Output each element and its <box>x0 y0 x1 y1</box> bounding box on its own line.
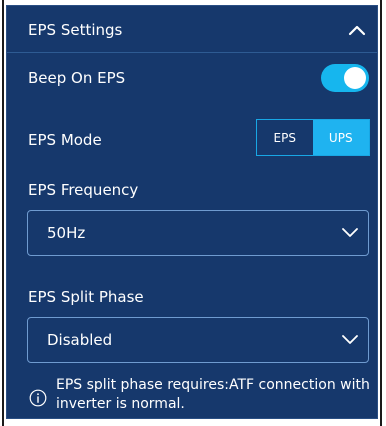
split-phase-label: EPS Split Phase <box>28 288 144 306</box>
split-phase-select[interactable]: Disabled <box>27 317 369 363</box>
eps-settings-panel: EPS Settings Beep On EPS EPS Mode EPS UP… <box>6 5 378 419</box>
beep-toggle[interactable] <box>321 64 369 92</box>
mode-option-ups[interactable]: UPS <box>312 120 369 155</box>
toggle-knob <box>344 67 366 89</box>
split-phase-note: EPS split phase requires:ATF connection … <box>56 377 370 412</box>
chevron-up-icon[interactable] <box>348 24 366 36</box>
beep-label: Beep On EPS <box>28 69 126 87</box>
mode-option-eps[interactable]: EPS <box>257 120 313 155</box>
mode-label: EPS Mode <box>28 131 102 149</box>
window-frame-left <box>2 0 4 426</box>
panel-title: EPS Settings <box>28 21 123 39</box>
frequency-value: 50Hz <box>47 224 86 242</box>
frequency-label: EPS Frequency <box>28 181 139 199</box>
window-frame-right <box>380 0 382 426</box>
chevron-down-icon <box>342 228 358 237</box>
panel-header[interactable]: EPS Settings <box>7 6 377 53</box>
info-icon <box>29 389 47 407</box>
mode-segmented-control: EPS UPS <box>256 119 370 156</box>
frequency-select[interactable]: 50Hz <box>27 210 369 256</box>
split-phase-value: Disabled <box>47 331 113 349</box>
chevron-down-icon <box>342 335 358 344</box>
